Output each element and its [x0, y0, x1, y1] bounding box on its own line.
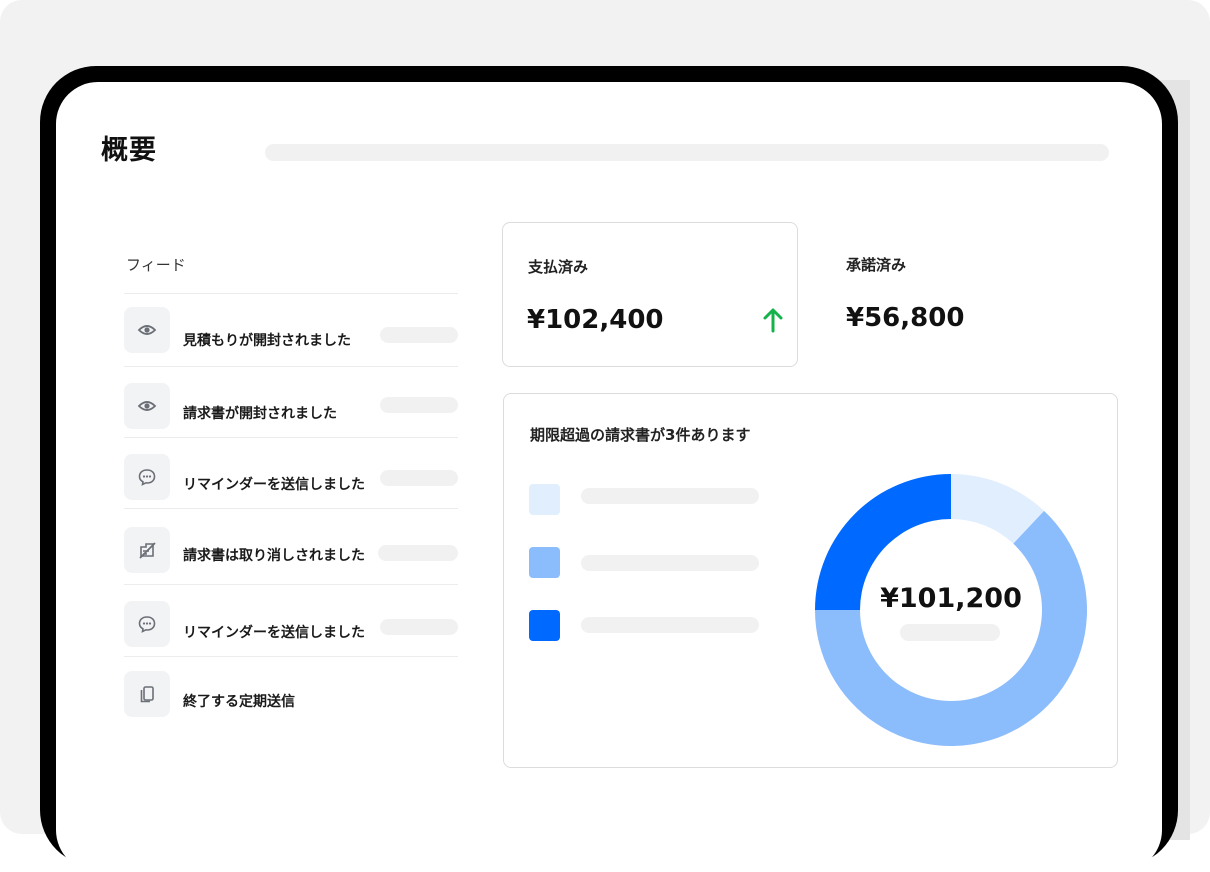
feed-item-label: 終了する定期送信 — [183, 694, 295, 710]
feed-divider — [124, 656, 458, 657]
chat-bubble-icon — [124, 601, 170, 647]
search-bar-placeholder[interactable] — [265, 144, 1109, 161]
chat-bubble-icon — [124, 454, 170, 500]
eye-icon — [124, 307, 170, 353]
accepted-value: ¥56,800 — [846, 303, 965, 333]
feed-item-reminder-sent[interactable]: リマインダーを送信しました — [124, 454, 458, 500]
paid-value: ¥102,400 — [527, 305, 664, 335]
feed-divider — [124, 293, 458, 294]
legend-swatch-light — [529, 484, 560, 515]
accepted-label: 承諾済み — [846, 256, 907, 274]
feed-item-quote-opened[interactable]: 見積もりが開封されました — [124, 307, 458, 353]
legend-label-placeholder — [581, 488, 759, 504]
feed-item-label: 見積もりが開封されました — [183, 333, 351, 349]
donut-total-value: ¥101,200 — [880, 583, 1022, 614]
feed-item-time-placeholder — [378, 545, 458, 561]
feed-item-label: 請求書は取り消しされました — [183, 548, 365, 564]
feed-item-reminder-sent[interactable]: リマインダーを送信しました — [124, 601, 458, 647]
feed-item-label: 請求書が開封されました — [183, 406, 337, 422]
feed-item-recurring-ending[interactable]: 終了する定期送信 — [124, 671, 458, 717]
page-title: 概要 — [101, 135, 157, 166]
feed-item-label: リマインダーを送信しました — [183, 625, 365, 641]
overdue-title: 期限超過の請求書が3件あります — [530, 426, 751, 444]
paid-stat-card[interactable] — [502, 222, 798, 367]
feed-item-invoice-voided[interactable]: 請求書は取り消しされました — [124, 527, 458, 573]
legend-swatch-dark — [529, 610, 560, 641]
feed-divider — [124, 437, 458, 438]
copy-icon — [124, 671, 170, 717]
eye-icon — [124, 383, 170, 429]
arrow-up-icon — [762, 307, 784, 337]
feed-item-invoice-opened[interactable]: 請求書が開封されました — [124, 383, 458, 429]
feed-item-label: リマインダーを送信しました — [183, 477, 365, 493]
feed-divider — [124, 508, 458, 509]
paid-label: 支払済み — [528, 258, 589, 276]
feed-item-time-placeholder — [380, 619, 458, 635]
feed-divider — [124, 366, 458, 367]
legend-label-placeholder — [581, 617, 759, 633]
legend-label-placeholder — [581, 555, 759, 571]
feed-title: フィード — [126, 256, 186, 274]
feed-item-time-placeholder — [380, 327, 458, 343]
document-crossed-icon — [124, 527, 170, 573]
feed-item-time-placeholder — [380, 470, 458, 486]
legend-swatch-mid — [529, 547, 560, 578]
feed-item-time-placeholder — [380, 397, 458, 413]
donut-subtitle-placeholder — [900, 624, 1000, 641]
feed-divider — [124, 584, 458, 585]
